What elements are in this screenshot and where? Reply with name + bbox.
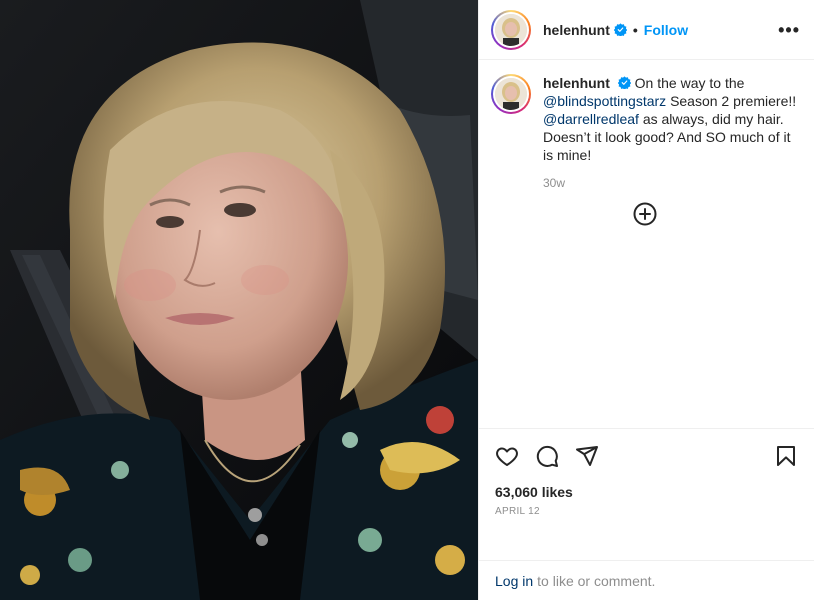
login-prompt: Log in to like or comment.	[479, 560, 814, 600]
avatar[interactable]	[491, 9, 531, 50]
bookmark-icon[interactable]	[774, 444, 798, 468]
caption-part-1: On the way to the	[634, 75, 745, 91]
mention-link[interactable]: @darrellredleaf	[543, 111, 639, 127]
action-icons	[495, 443, 798, 469]
caption-avatar[interactable]	[491, 74, 531, 114]
likes-count[interactable]: 63,060 likes	[495, 484, 798, 500]
header-username[interactable]: helenhunt	[543, 22, 610, 38]
paper-plane-icon[interactable]	[575, 444, 599, 468]
comments-section: helenhunt On the way to the @blindspotti…	[479, 60, 814, 428]
verified-badge-icon	[613, 23, 627, 36]
post-actions: 63,060 likes APRIL 12	[479, 428, 814, 560]
login-link[interactable]: Log in	[495, 573, 533, 589]
instagram-post: helenhunt • Follow ••• helenhunt On the …	[0, 0, 814, 600]
follow-button[interactable]: Follow	[644, 22, 688, 38]
post-header: helenhunt • Follow •••	[479, 0, 814, 60]
separator-dot: •	[632, 21, 638, 38]
post-side-panel: helenhunt • Follow ••• helenhunt On the …	[478, 0, 814, 600]
caption: helenhunt On the way to the @blindspotti…	[491, 74, 798, 192]
caption-avatar-photo	[495, 78, 527, 110]
avatar-photo	[495, 13, 527, 46]
mention-link[interactable]: @blindspottingstarz	[543, 93, 666, 109]
post-photo[interactable]	[0, 0, 478, 600]
caption-text: helenhunt On the way to the @blindspotti…	[543, 74, 798, 192]
selfie-image	[0, 0, 478, 600]
post-date[interactable]: APRIL 12	[495, 506, 798, 517]
plus-circle-icon[interactable]	[633, 202, 657, 226]
comment-icon[interactable]	[535, 444, 559, 468]
caption-username[interactable]: helenhunt	[543, 75, 610, 91]
more-options-button[interactable]: •••	[778, 21, 800, 39]
login-prompt-text: to like or comment.	[537, 572, 656, 589]
heart-icon[interactable]	[495, 444, 519, 468]
verified-badge-icon	[617, 76, 631, 89]
caption-part-2: Season 2 premiere!!	[670, 93, 797, 109]
caption-timestamp[interactable]: 30w	[543, 174, 798, 192]
